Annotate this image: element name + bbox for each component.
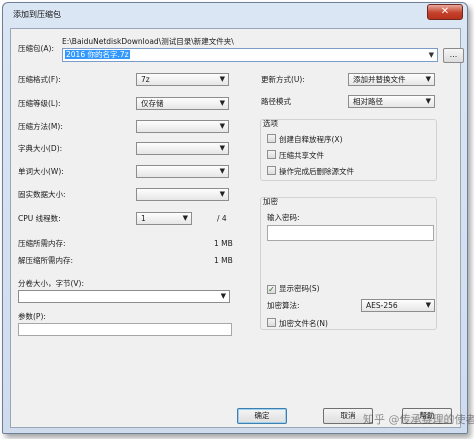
archive-path: E:\BaiduNetdiskDownload\测试目录\新建文件夹\ [62,37,234,46]
dialog-body: 压缩包(A): E:\BaiduNetdiskDownload\测试目录\新建文… [10,28,464,428]
decompress-memory-value: 1 MB [214,256,233,265]
shared-files-label: 压缩共享文件 [279,151,324,160]
update-mode-label: 更新方式(U): [261,75,305,84]
chevron-down-icon: ▼ [219,122,225,130]
chevron-down-icon: ▼ [220,292,226,300]
close-icon: ✕ [440,6,450,17]
word-size-select[interactable]: ▼ [136,165,229,178]
method-select[interactable]: ▼ [136,120,229,133]
path-mode-value: 相对路径 [353,97,383,106]
browse-button[interactable]: ... [443,48,464,63]
watermark: 知乎 @传承赛理的使者 [363,413,474,426]
threads-value: 1 [141,214,146,223]
solid-block-select[interactable]: ▼ [136,188,229,201]
encryption-title: 加密 [263,197,278,206]
compress-memory-label: 压缩所需内存: [18,239,66,248]
split-volume-label: 分卷大小，字节(V): [18,279,85,288]
window-title: 添加到压缩包 [13,10,61,19]
encryption-method-value: AES-256 [366,301,398,310]
threads-label: CPU 线程数: [18,214,61,223]
encryption-group: 加密 输入密码: ✓ 显示密码(S) 加密算法: AES-256 ▼ 加密文件名(… [260,197,437,330]
show-password-label: 显示密码(S) [279,284,320,293]
update-mode-select[interactable]: 添加并替换文件 ▼ [348,73,435,86]
word-size-label: 单词大小(W): [18,167,64,176]
parameters-label: 参数(P): [18,312,46,321]
format-select[interactable]: 7z ▼ [136,73,229,86]
chevron-down-icon: ▼ [182,214,188,222]
path-mode-title: 路径模式 [261,97,291,106]
sfx-label: 创建自释放程序(X) [279,135,343,144]
encrypt-names-checkbox[interactable] [267,318,276,327]
format-label: 压缩格式(F): [18,75,61,84]
delete-after-checkbox[interactable] [267,166,276,175]
archive-name-input[interactable]: 2016 你的名字.7z ▼ [62,48,438,62]
password-label: 输入密码: [267,213,300,222]
chevron-down-icon: ▼ [219,144,225,152]
threads-select[interactable]: 1 ▼ [136,212,192,225]
chevron-down-icon[interactable]: ▼ [429,49,434,61]
decompress-memory-label: 解压缩所需内存: [18,256,74,265]
parameters-input[interactable] [18,323,232,336]
method-label: 压缩方法(M): [18,122,63,131]
shared-files-option[interactable]: 压缩共享文件 [267,150,324,161]
show-password-option[interactable]: ✓ 显示密码(S) [267,284,320,294]
path-mode-select[interactable]: 相对路径 ▼ [348,95,435,108]
level-label: 压缩等级(L): [18,99,61,108]
show-password-checkbox[interactable]: ✓ [267,285,276,294]
close-button[interactable]: ✕ [427,4,463,20]
chevron-down-icon: ▼ [219,190,225,198]
chevron-down-icon: ▼ [219,167,225,175]
threads-total: / 4 [217,214,227,223]
delete-after-option[interactable]: 操作完成后删除源文件 [267,166,354,177]
encrypt-names-label: 加密文件名(N) [279,319,328,328]
encryption-method-select[interactable]: AES-256 ▼ [361,299,435,312]
options-title: 选项 [263,119,278,128]
compress-memory-value: 1 MB [214,239,233,248]
solid-block-label: 固实数据大小: [18,190,66,199]
chevron-down-icon: ▼ [425,97,431,105]
title-bar[interactable]: 添加到压缩包 ✕ [3,3,467,27]
update-mode-value: 添加并替换文件 [353,75,406,84]
sfx-checkbox[interactable] [267,134,276,143]
archive-name-value: 2016 你的名字.7z [65,50,130,59]
chevron-down-icon: ▼ [425,301,431,309]
dictionary-label: 字典大小(D): [18,144,63,153]
sfx-option[interactable]: 创建自释放程序(X) [267,134,343,145]
split-volume-select[interactable]: ▼ [18,290,230,303]
add-to-archive-dialog: 添加到压缩包 ✕ 压缩包(A): E:\BaiduNetdiskDownload… [2,2,468,434]
encryption-method-label: 加密算法: [267,301,300,310]
delete-after-label: 操作完成后删除源文件 [279,167,354,176]
shared-files-checkbox[interactable] [267,150,276,159]
password-input[interactable] [267,225,434,241]
chevron-down-icon: ▼ [219,75,225,83]
format-value: 7z [141,75,150,84]
dictionary-select[interactable]: ▼ [136,142,229,155]
ok-button[interactable]: 确定 [237,408,287,424]
options-group: 选项 创建自释放程序(X) 压缩共享文件 操作完成后删除源文件 [260,119,437,181]
archive-label: 压缩包(A): [18,44,55,53]
level-value: 仅存储 [141,99,164,108]
chevron-down-icon: ▼ [425,75,431,83]
chevron-down-icon: ▼ [219,99,225,107]
encrypt-names-option[interactable]: 加密文件名(N) [267,318,328,329]
level-select[interactable]: 仅存储 ▼ [136,97,229,110]
